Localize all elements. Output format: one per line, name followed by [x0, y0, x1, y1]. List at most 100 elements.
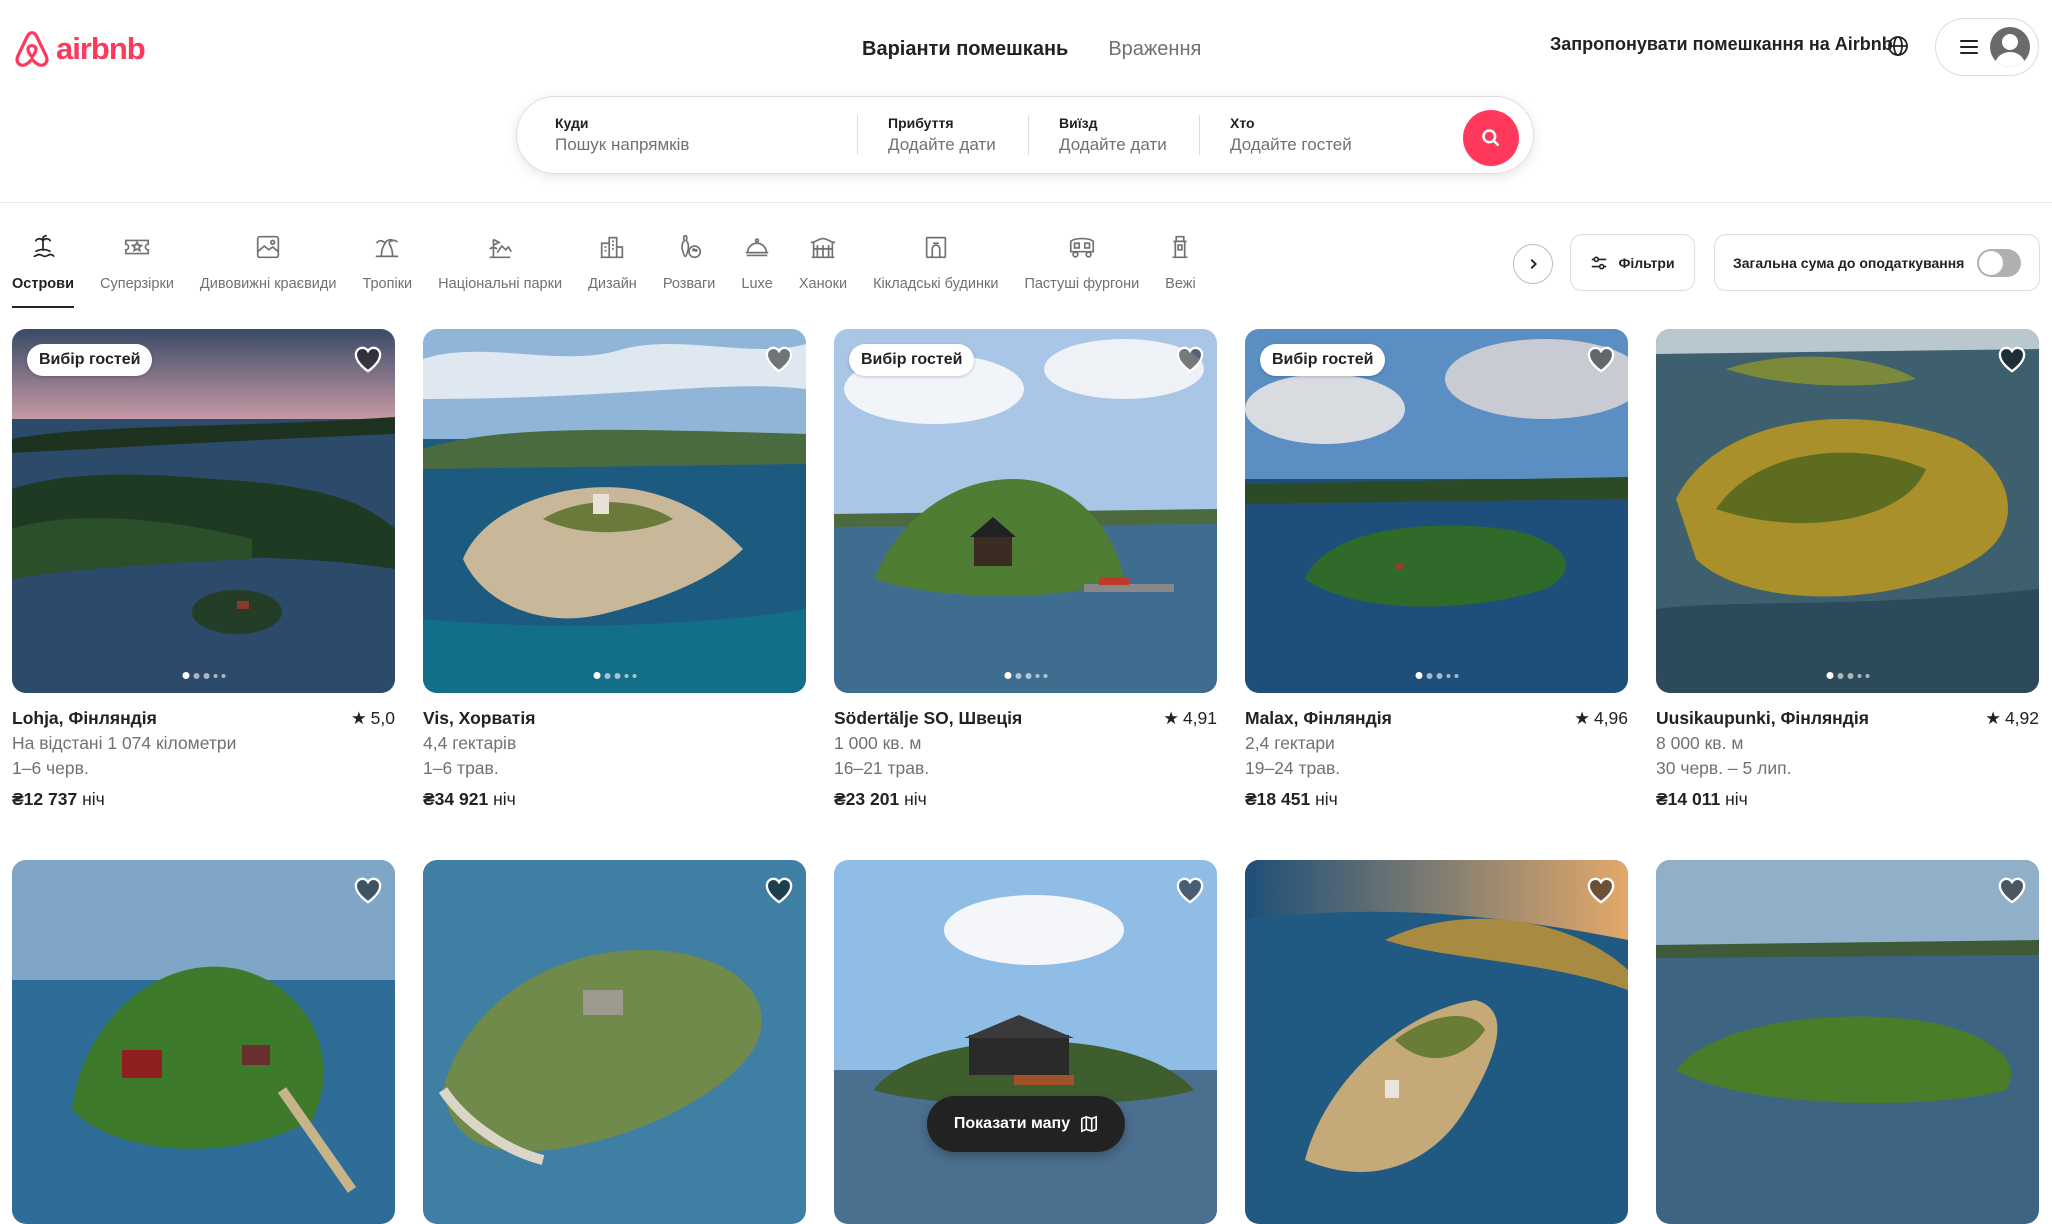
- heart-icon[interactable]: [1997, 345, 2027, 373]
- listing-image: [12, 860, 395, 1224]
- listing-card[interactable]: [12, 860, 395, 1224]
- guest-favorite-badge: Вибір гостей: [27, 344, 153, 376]
- listing-photo[interactable]: [1656, 860, 2039, 1224]
- guests-label: Хто: [1230, 115, 1255, 131]
- photo-dots: [593, 672, 636, 679]
- category-label: Суперзірки: [100, 276, 174, 292]
- listing-price: ₴34 921 ніч: [423, 787, 806, 812]
- search-button[interactable]: [1463, 110, 1519, 166]
- listing-location: Södertälje SO, Швеція: [834, 708, 1023, 728]
- where-label: Куди: [555, 115, 589, 131]
- heart-icon[interactable]: [1175, 345, 1205, 373]
- category-luxe[interactable]: Luxe: [741, 220, 773, 312]
- listing-card[interactable]: Вибір гостей Södertälje SO, Швеція ★ 4,91…: [834, 329, 1217, 812]
- category-label: Пастуші фургони: [1024, 276, 1140, 292]
- globe-icon[interactable]: [1886, 34, 1910, 58]
- checkout-input[interactable]: Додайте дати: [1059, 135, 1199, 155]
- category-cycladic-homes[interactable]: Кікладські будинки: [873, 220, 998, 312]
- search-where[interactable]: Куди Пошук напрямків: [517, 97, 857, 173]
- show-map-label: Показати мапу: [953, 1115, 1071, 1132]
- checkin-input[interactable]: Додайте дати: [888, 135, 1028, 155]
- category-fade: [1460, 220, 1510, 312]
- heart-icon[interactable]: [1175, 876, 1205, 904]
- tab-experiences[interactable]: Враження: [1108, 32, 1201, 67]
- listing-card[interactable]: [1656, 860, 2039, 1224]
- listing-card[interactable]: Vis, Хорватія 4,4 гектарів 1–6 трав. ₴34…: [423, 329, 806, 812]
- listing-card[interactable]: [423, 860, 806, 1224]
- category-next-button[interactable]: [1513, 244, 1553, 284]
- listing-image: [1656, 860, 2039, 1224]
- category-towers[interactable]: Вежі: [1165, 220, 1196, 312]
- price-value: ₴34 921: [423, 789, 489, 809]
- filters-button[interactable]: Фільтри: [1570, 234, 1695, 291]
- airbnb-logo-icon: [15, 31, 49, 67]
- airbnb-logo[interactable]: airbnb: [12, 28, 146, 70]
- avatar: [1990, 27, 2030, 67]
- category-shepherds-huts[interactable]: Пастуші фургони: [1024, 220, 1139, 312]
- category-label: Розваги: [662, 276, 716, 292]
- listing-card[interactable]: Вибір гостей Malax, Фінляндія ★ 4,96 2,4 …: [1245, 329, 1628, 812]
- star-icon: ★: [1163, 708, 1179, 728]
- search-checkin[interactable]: Прибуття Додайте дати: [858, 97, 1028, 173]
- listing-detail: 2,4 гектари: [1245, 733, 1335, 753]
- listing-card[interactable]: Uusikaupunki, Фінляндія ★ 4,92 8 000 кв. …: [1656, 329, 2039, 812]
- category-tropics[interactable]: Тропіки: [362, 220, 412, 312]
- listing-dates: 16–21 трав.: [834, 758, 930, 778]
- chevron-right-icon: [1530, 258, 1537, 270]
- tax-toggle-switch[interactable]: [1977, 248, 2021, 277]
- category-label: Кікладські будинки: [873, 276, 999, 292]
- category-national-parks[interactable]: Національні парки: [438, 220, 562, 312]
- category-play[interactable]: Розваги: [662, 220, 716, 312]
- category-amazing-views[interactable]: Дивовижні краєвиди: [200, 220, 336, 312]
- price-unit: ніч: [82, 789, 105, 809]
- listing-card[interactable]: [1245, 860, 1628, 1224]
- host-link[interactable]: Запропонувати помешкання на Airbnb: [1550, 34, 1893, 55]
- price-unit: ніч: [1725, 789, 1748, 809]
- category-label: Вежі: [1165, 276, 1196, 292]
- listing-card[interactable]: Вибір гостей Lohja, Фінляндія ★ 5,0 На ві…: [12, 329, 395, 812]
- heart-icon[interactable]: [764, 876, 794, 904]
- heart-icon[interactable]: [1997, 876, 2027, 904]
- listing-photo[interactable]: Вибір гостей: [12, 329, 395, 693]
- bowling-icon: [681, 234, 702, 259]
- listing-detail: 8 000 кв. м: [1656, 733, 1744, 753]
- heart-icon[interactable]: [1586, 345, 1616, 373]
- top-tabs: Варіанти помешкань Враження: [862, 32, 1201, 67]
- listing-price: ₴18 451 ніч: [1245, 787, 1628, 812]
- listing-photo[interactable]: [1245, 860, 1628, 1224]
- listing-photo[interactable]: Вибір гостей: [834, 329, 1217, 693]
- rating-value: 4,96: [1593, 708, 1628, 728]
- listing-image: [834, 329, 1217, 693]
- search-checkout[interactable]: Виїзд Додайте дати: [1029, 97, 1199, 173]
- listing-dates: 1–6 черв.: [12, 758, 89, 778]
- where-input[interactable]: Пошук напрямків: [555, 135, 857, 155]
- listing-rating: ★ 4,96: [1574, 706, 1628, 731]
- category-bar: Острови Суперзірки Дивовижні краєвиди Тр…: [0, 220, 1550, 312]
- tab-stays[interactable]: Варіанти помешкань: [862, 32, 1068, 67]
- category-hanoks[interactable]: Ханоки: [799, 220, 847, 312]
- listing-photo[interactable]: [834, 860, 1217, 1224]
- listing-photo[interactable]: [1656, 329, 2039, 693]
- category-label: Тропіки: [362, 276, 413, 292]
- tax-toggle-box[interactable]: Загальна сума до оподаткування: [1714, 234, 2040, 291]
- hanok-icon: [810, 237, 836, 259]
- design-building-icon: [601, 236, 624, 259]
- heart-icon[interactable]: [353, 345, 383, 373]
- listing-photo[interactable]: [12, 860, 395, 1224]
- listing-photo[interactable]: Вибір гостей: [1245, 329, 1628, 693]
- show-map-button[interactable]: Показати мапу: [927, 1096, 1125, 1152]
- sliders-icon: [1592, 256, 1607, 269]
- user-menu-button[interactable]: [1935, 18, 2039, 76]
- category-design[interactable]: Дизайн: [588, 220, 637, 312]
- guests-input[interactable]: Додайте гостей: [1230, 135, 1460, 155]
- search-guests[interactable]: Хто Додайте гостей: [1200, 97, 1460, 173]
- national-park-icon: [489, 238, 513, 259]
- category-islands[interactable]: Острови: [12, 220, 74, 312]
- heart-icon[interactable]: [764, 345, 794, 373]
- heart-icon[interactable]: [1586, 876, 1616, 904]
- category-superstars[interactable]: Суперзірки: [100, 220, 174, 312]
- listing-card[interactable]: [834, 860, 1217, 1224]
- listing-photo[interactable]: [423, 329, 806, 693]
- heart-icon[interactable]: [353, 876, 383, 904]
- listing-photo[interactable]: [423, 860, 806, 1224]
